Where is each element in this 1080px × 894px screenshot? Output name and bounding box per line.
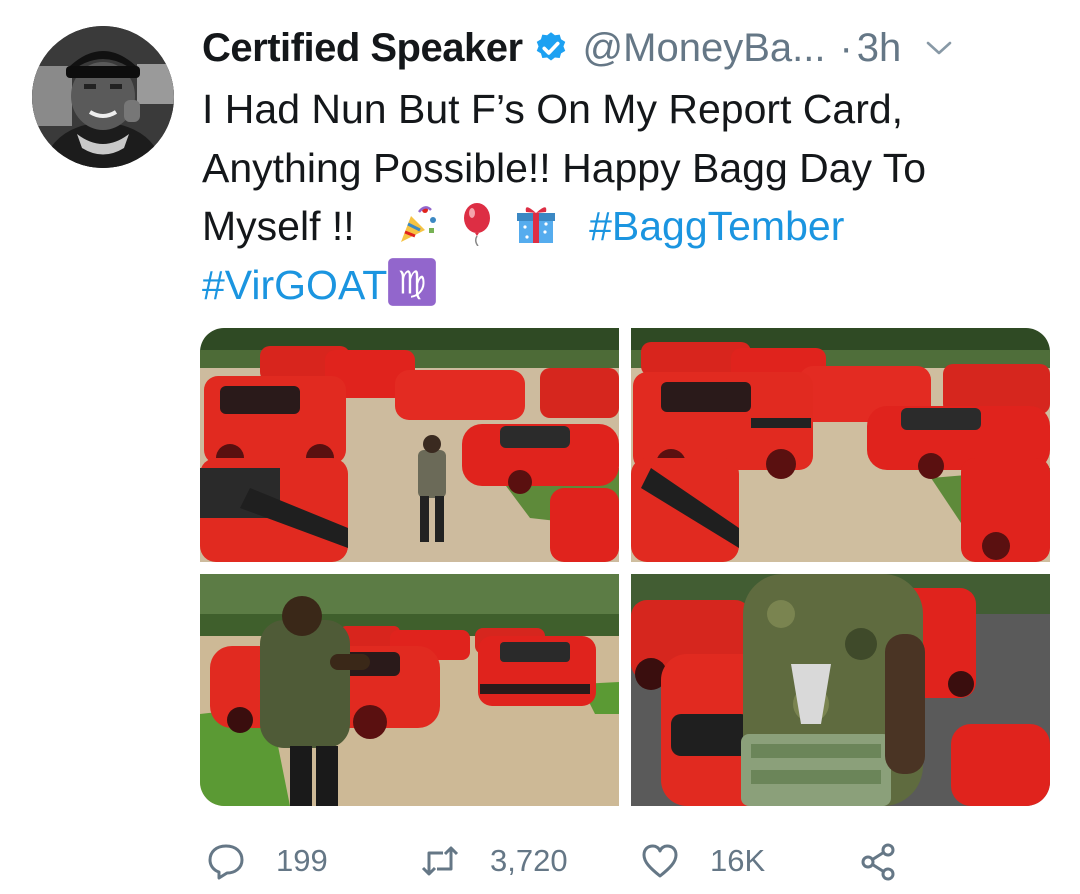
media-photo[interactable] (200, 574, 619, 806)
svg-text:♍: ♍ (398, 263, 427, 301)
media-photo[interactable] (631, 574, 1050, 806)
reply-count: 199 (276, 843, 328, 878)
hashtag-link[interactable]: #BaggTember (589, 203, 844, 249)
retweet-count: 3,720 (490, 843, 568, 878)
like-button[interactable]: 16K (640, 836, 765, 886)
tweet-text-line-with-emoji: Myself !! #BaggTember (202, 197, 1062, 256)
share-icon (861, 843, 895, 881)
chevron-down-icon[interactable] (925, 38, 953, 58)
tweet-header: Certified Speaker @MoneyBa... · 3h (202, 20, 1060, 76)
retweet-icon (421, 846, 459, 876)
tweet-text-line: #VirGOAT ♍ (202, 256, 1062, 315)
hashtag-link[interactable]: #VirGOAT (202, 262, 387, 308)
media-photo[interactable] (631, 328, 1050, 562)
reply-icon (208, 844, 244, 880)
share-button[interactable] (858, 836, 898, 886)
tweet-timestamp[interactable]: 3h (857, 26, 902, 71)
tweet-media-grid[interactable] (200, 328, 1050, 806)
tweet-text-line: Anything Possible!! Happy Bagg Day To (202, 144, 927, 191)
media-photo[interactable] (200, 328, 619, 562)
author-avatar[interactable] (32, 26, 174, 168)
virgo-sign-icon: ♍ (388, 257, 437, 306)
photo-cars-lineup (631, 328, 1050, 562)
photo-man-with-cars (200, 574, 619, 806)
tweet-text-fragment: Myself !! (202, 203, 355, 249)
photo-man-with-cash (631, 574, 1050, 806)
author-handle[interactable]: @MoneyBa... (583, 26, 826, 71)
author-name[interactable]: Certified Speaker (202, 26, 523, 71)
like-icon (642, 844, 678, 878)
photo-cars-driveway (200, 328, 619, 562)
red-balloon-icon (463, 203, 490, 246)
tweet-action-bar: 199 3,720 16K (200, 836, 920, 886)
retweet-button[interactable]: 3,720 (420, 836, 568, 886)
avatar-portrait (32, 26, 174, 168)
party-popper-icon (401, 206, 437, 242)
reply-button[interactable]: 199 (206, 836, 328, 886)
header-separator: · (839, 25, 853, 70)
wrapped-gift-icon (517, 207, 556, 243)
like-count: 16K (710, 843, 766, 878)
tweet-text: I Had Nun But F’s On My Report Card, Any… (202, 80, 1062, 314)
tweet-text-line: I Had Nun But F’s On My Report Card, (202, 86, 904, 132)
verified-badge-icon (536, 32, 565, 61)
